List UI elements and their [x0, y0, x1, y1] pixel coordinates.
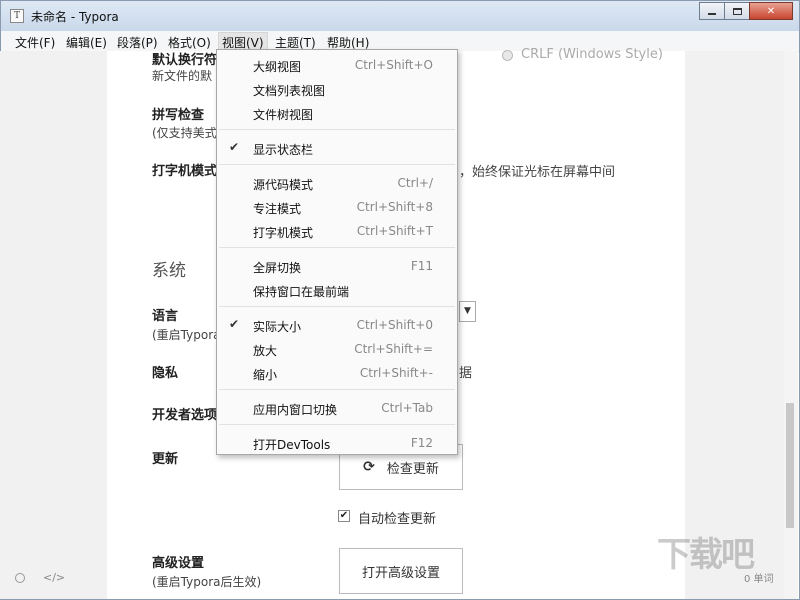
- menu-item-shortcut: F12: [410, 436, 433, 450]
- refresh-icon: ⟳: [363, 459, 375, 475]
- menu-item-shortcut: F11: [410, 259, 433, 273]
- language-select-arrow[interactable]: ▼: [459, 301, 476, 322]
- menu-separator: [219, 424, 455, 425]
- menu-separator: [219, 129, 455, 130]
- typora-app-icon: T: [10, 9, 24, 23]
- menu-item-zoom-out[interactable]: 缩小 Ctrl+Shift+-: [217, 361, 457, 385]
- menu-item-shortcut: Ctrl+/: [397, 176, 433, 190]
- menu-item-shortcut: Ctrl+Shift+-: [359, 366, 433, 380]
- minimize-button[interactable]: [699, 2, 725, 20]
- menu-item-label: 打字机模式: [253, 226, 314, 240]
- minimize-icon: [708, 13, 716, 15]
- menu-item-label: 实际大小: [253, 320, 302, 334]
- line-ending-label: 默认换行符: [152, 53, 218, 68]
- advanced-desc: (重启Typora后生效): [152, 575, 262, 589]
- menu-item-shortcut: Ctrl+Shift+=: [354, 342, 433, 356]
- menu-item-label: 全屏切换: [253, 261, 302, 275]
- watermark-logo: 下载吧: [657, 535, 755, 575]
- spellcheck-label: 拼写检查: [152, 108, 205, 123]
- window-title: 未命名 - Typora: [31, 10, 119, 24]
- menu-item-show-statusbar[interactable]: ✔ 显示状态栏: [217, 136, 457, 160]
- crlf-radio[interactable]: [502, 50, 513, 61]
- maximize-icon: [732, 7, 742, 15]
- menu-file[interactable]: 文件(F): [15, 34, 55, 51]
- language-label: 语言: [152, 309, 179, 324]
- checkmark-icon: ✔: [229, 140, 240, 154]
- checkmark-icon: ✔: [229, 317, 240, 331]
- menu-separator: [219, 247, 455, 248]
- language-desc: (重启Typora: [152, 328, 221, 342]
- menu-item-window-switch[interactable]: 应用内窗口切换 Ctrl+Tab: [217, 396, 457, 420]
- title-bar[interactable]: T 未命名 - Typora ✕: [1, 1, 799, 31]
- menu-item-label: 缩小: [253, 368, 278, 382]
- typewriter-desc: ，始终保证光标在屏幕中间: [459, 165, 616, 180]
- maximize-button[interactable]: [724, 2, 750, 20]
- menu-edit[interactable]: 编辑(E): [66, 34, 107, 51]
- menu-item-source-mode[interactable]: 源代码模式 Ctrl+/: [217, 171, 457, 195]
- menu-item-label: 打开DevTools: [253, 438, 331, 452]
- auto-check-label: 自动检查更新: [358, 512, 437, 527]
- window-controls: ✕: [699, 2, 793, 20]
- menu-item-typewriter-mode[interactable]: 打字机模式 Ctrl+Shift+T: [217, 219, 457, 243]
- spellcheck-desc: (仅支持美式: [152, 126, 217, 140]
- crlf-label: CRLF (Windows Style): [521, 47, 663, 62]
- menu-item-shortcut: Ctrl+Shift+0: [356, 318, 433, 332]
- menu-item-always-on-top[interactable]: 保持窗口在最前端: [217, 278, 457, 302]
- menu-separator: [219, 389, 455, 390]
- update-label: 更新: [152, 452, 179, 467]
- sidebar-toggle-icon[interactable]: [15, 573, 25, 583]
- close-button[interactable]: ✕: [749, 2, 793, 20]
- auto-check-checkbox[interactable]: ✔: [338, 510, 350, 522]
- privacy-desc: 据: [459, 366, 473, 381]
- menu-item-label: 大纲视图: [253, 60, 302, 74]
- menu-item-doc-list-view[interactable]: 文档列表视图: [217, 77, 457, 101]
- menu-item-fullscreen[interactable]: 全屏切换 F11: [217, 254, 457, 278]
- typewriter-label: 打字机模式: [152, 164, 218, 179]
- menu-item-label: 显示状态栏: [253, 143, 314, 157]
- menu-item-label: 文件树视图: [253, 108, 314, 122]
- menu-item-label: 放大: [253, 344, 278, 358]
- word-count[interactable]: 0 单词: [744, 570, 774, 585]
- menu-item-label: 保持窗口在最前端: [253, 285, 350, 299]
- scrollbar-thumb[interactable]: [786, 403, 794, 528]
- privacy-label: 隐私: [152, 366, 179, 381]
- menu-separator: [219, 164, 455, 165]
- menu-item-label: 源代码模式: [253, 178, 314, 192]
- system-section-title: 系统: [152, 261, 186, 281]
- menu-item-zoom-in[interactable]: 放大 Ctrl+Shift+=: [217, 337, 457, 361]
- menu-item-focus-mode[interactable]: 专注模式 Ctrl+Shift+8: [217, 195, 457, 219]
- check-update-label: 检查更新: [386, 461, 439, 477]
- view-menu-dropdown: 大纲视图 Ctrl+Shift+O 文档列表视图 文件树视图 ✔ 显示状态栏 源…: [216, 49, 458, 455]
- menu-separator: [219, 306, 455, 307]
- line-ending-desc: 新文件的默: [152, 69, 213, 83]
- source-code-toggle-icon[interactable]: </>: [43, 571, 65, 584]
- menu-item-outline-view[interactable]: 大纲视图 Ctrl+Shift+O: [217, 53, 457, 77]
- menu-item-shortcut: Ctrl+Tab: [381, 401, 433, 415]
- menu-item-shortcut: Ctrl+Shift+8: [356, 200, 433, 214]
- advanced-label: 高级设置: [152, 556, 205, 571]
- menu-item-shortcut: Ctrl+Shift+O: [354, 58, 433, 72]
- menu-item-label: 专注模式: [253, 202, 302, 216]
- menu-item-label: 文档列表视图: [253, 84, 326, 98]
- menu-item-file-tree-view[interactable]: 文件树视图: [217, 101, 457, 125]
- menu-item-label: 应用内窗口切换: [253, 403, 338, 417]
- menu-item-devtools[interactable]: 打开DevTools F12: [217, 431, 457, 455]
- menu-item-actual-size[interactable]: ✔ 实际大小 Ctrl+Shift+0: [217, 313, 457, 337]
- close-icon: ✕: [766, 5, 776, 17]
- menu-item-shortcut: Ctrl+Shift+T: [356, 224, 433, 238]
- open-advanced-button[interactable]: 打开高级设置: [339, 548, 463, 594]
- developer-label: 开发者选项: [152, 408, 218, 423]
